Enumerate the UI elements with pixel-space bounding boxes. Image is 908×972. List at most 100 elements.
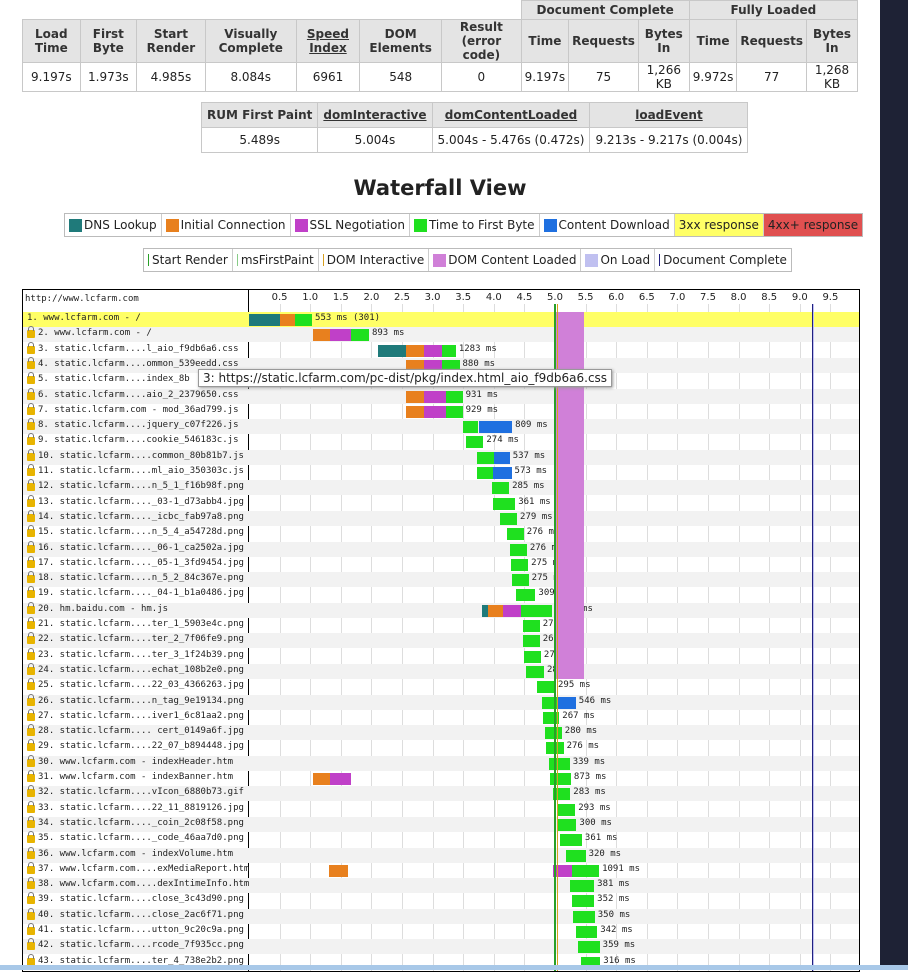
- request-row[interactable]: 20. hm.baidu.com - hm.js1120 ms: [23, 601, 859, 618]
- request-row[interactable]: 16. static.lcfarm...._06-1_ca2502a.jpg 27…: [23, 540, 859, 557]
- request-row[interactable]: 32. static.lcfarm....vIcon_6880b73.gif 28…: [23, 785, 859, 802]
- request-label[interactable]: 39. static.lcfarm....close_3c43d90.png: [27, 892, 244, 905]
- request-label[interactable]: 17. static.lcfarm...._05-1_3fd9454.jpg: [27, 555, 244, 568]
- request-label[interactable]: 22. static.lcfarm....ter_2_7f06fe9.png: [27, 632, 244, 645]
- request-row[interactable]: 42. static.lcfarm....rcode_7f935cc.png 35…: [23, 938, 859, 955]
- request-label[interactable]: 10. static.lcfarm....common_80b81b7.js: [27, 448, 244, 461]
- lock-icon: [27, 861, 35, 874]
- request-row[interactable]: 8. static.lcfarm....jquery_c07f226.js 809…: [23, 418, 859, 435]
- request-label[interactable]: 2. www.lcfarm.com - /: [27, 326, 152, 339]
- request-row[interactable]: 38. www.lcfarm.com....dexIntimeInfo.htm 3…: [23, 877, 859, 894]
- request-label[interactable]: 41. static.lcfarm....utton_9c20c9a.png: [27, 923, 244, 935]
- request-label[interactable]: 5. static.lcfarm....index_8b: [27, 372, 190, 385]
- legend-item: On Load: [581, 249, 656, 271]
- request-label[interactable]: 6. static.lcfarm....aio_2_2379650.css: [27, 387, 238, 400]
- request-label[interactable]: 14. static.lcfarm...._icbc_fab97a8.png: [27, 509, 244, 522]
- request-label[interactable]: 8. static.lcfarm....jquery_c07f226.js: [27, 418, 238, 431]
- request-label[interactable]: 3. static.lcfarm....l_aio_f9db6a6.css: [27, 341, 238, 354]
- request-label[interactable]: 36. www.lcfarm.com - indexVolume.htm: [27, 846, 233, 859]
- request-row[interactable]: 9. static.lcfarm....cookie_546183c.js 274…: [23, 433, 859, 449]
- metric-value: 9.197s: [520, 62, 570, 92]
- request-row[interactable]: 18. static.lcfarm....n_5_2_84c367e.png 27…: [23, 571, 859, 588]
- request-row[interactable]: 7. static.lcfarm.com - mod_36ad799.js 929…: [23, 402, 859, 419]
- request-row[interactable]: 28. static.lcfarm.... cert_0149a6f.jpg 28…: [23, 724, 859, 741]
- request-label[interactable]: 9. static.lcfarm....cookie_546183c.js: [27, 433, 238, 446]
- request-row[interactable]: 35. static.lcfarm...._code_46aa7d0.png 36…: [23, 831, 859, 847]
- legend-label: 4xx+ response: [767, 218, 859, 232]
- request-row[interactable]: 25. static.lcfarm....22_03_4366263.jpg 29…: [23, 678, 859, 694]
- request-label[interactable]: 27. static.lcfarm....iver1_6c81aa2.png: [27, 708, 244, 721]
- request-row[interactable]: 29. static.lcfarm....22_07_b894448.jpg 27…: [23, 739, 859, 755]
- request-url: 10. static.lcfarm....common_80b81b7.js: [38, 450, 244, 461]
- request-label[interactable]: 13. static.lcfarm...._03-1_d73abb4.jpg: [27, 494, 244, 507]
- request-row[interactable]: 36. www.lcfarm.com - indexVolume.htm 320 …: [23, 846, 859, 863]
- request-url: 34. static.lcfarm...._coin_2c08f58.png: [38, 817, 244, 828]
- request-row[interactable]: 1. www.lcfarm.com - / 553 ms (301): [23, 312, 859, 327]
- request-label[interactable]: 12. static.lcfarm....n_5_1_f16b98f.png: [27, 479, 244, 492]
- request-label[interactable]: 7. static.lcfarm.com - mod_36ad799.js: [27, 402, 238, 415]
- request-label[interactable]: 18. static.lcfarm....n_5_2_84c367e.png: [27, 571, 244, 584]
- request-row[interactable]: 17. static.lcfarm...._05-1_3fd9454.jpg 27…: [23, 555, 859, 572]
- request-label[interactable]: 24. static.lcfarm....echat_108b2e0.png: [27, 662, 244, 675]
- request-row[interactable]: 31. www.lcfarm.com - indexBanner.htm 873 …: [23, 770, 859, 786]
- request-row[interactable]: 10. static.lcfarm....common_80b81b7.js 53…: [23, 448, 859, 465]
- rum-header[interactable]: loadEvent: [589, 102, 749, 128]
- request-row[interactable]: 34. static.lcfarm...._coin_2c08f58.png 30…: [23, 815, 859, 832]
- request-row[interactable]: 41. static.lcfarm....utton_9c20c9a.png 34…: [23, 923, 859, 939]
- request-row[interactable]: 24. static.lcfarm....echat_108b2e0.png28…: [23, 662, 859, 679]
- rum-header[interactable]: domContentLoaded: [431, 102, 591, 128]
- request-label[interactable]: 42. static.lcfarm....rcode_7f935cc.png: [27, 938, 244, 951]
- request-row[interactable]: 12. static.lcfarm....n_5_1_f16b98f.png 28…: [23, 479, 859, 496]
- request-row[interactable]: 2. www.lcfarm.com - / 893 ms: [23, 326, 859, 343]
- request-row[interactable]: 37. www.lcfarm.com....exMediaReport.htm 1…: [23, 861, 859, 878]
- request-label[interactable]: 4. static.lcfarm....ommon_539eedd.css: [27, 356, 238, 369]
- request-label[interactable]: 29. static.lcfarm....22_07_b894448.jpg: [27, 739, 244, 752]
- request-label[interactable]: 40. static.lcfarm....close_2ac6f71.png: [27, 907, 244, 920]
- request-row[interactable]: 30. www.lcfarm.com - indexHeader.htm 339 …: [23, 754, 859, 771]
- request-row[interactable]: 22. static.lcfarm....ter_2_7f06fe9.png 26…: [23, 632, 859, 649]
- request-label[interactable]: 30. www.lcfarm.com - indexHeader.htm: [27, 754, 233, 767]
- request-label[interactable]: 23. static.lcfarm....ter_3_1f24b39.png: [27, 647, 244, 660]
- timing-bar-ttfb: [524, 650, 541, 663]
- request-row[interactable]: 13. static.lcfarm...._03-1_d73abb4.jpg 36…: [23, 494, 859, 511]
- request-row[interactable]: 14. static.lcfarm...._icbc_fab97a8.png 27…: [23, 509, 859, 526]
- request-row[interactable]: 11. static.lcfarm....ml_aio_350303c.js 57…: [23, 464, 859, 480]
- request-row[interactable]: 27. static.lcfarm....iver1_6c81aa2.png 26…: [23, 708, 859, 725]
- request-row[interactable]: 19. static.lcfarm...._04-1_b1a0486.jpg 30…: [23, 586, 859, 602]
- request-label[interactable]: 11. static.lcfarm....ml_aio_350303c.js: [27, 464, 244, 476]
- tick-label: 9.5: [822, 292, 839, 303]
- request-row[interactable]: 40. static.lcfarm....close_2ac6f71.png 35…: [23, 907, 859, 924]
- rum-header[interactable]: domInteractive: [317, 102, 433, 128]
- legend-item: 4xx+ response: [763, 214, 863, 236]
- request-label[interactable]: 32. static.lcfarm....vIcon_6880b73.gif: [27, 785, 244, 798]
- request-label[interactable]: 37. www.lcfarm.com....exMediaReport.htm: [27, 861, 249, 874]
- request-label[interactable]: 33. static.lcfarm....22_11_8819126.jpg: [27, 800, 244, 813]
- request-label[interactable]: 1. www.lcfarm.com - /: [27, 313, 141, 323]
- request-label[interactable]: 21. static.lcfarm....ter_1_5903e4c.png: [27, 617, 244, 629]
- tick-label: 9.0: [791, 292, 808, 303]
- request-label[interactable]: 38. www.lcfarm.com....dexIntimeInfo.htm: [27, 877, 249, 890]
- legend-label: Document Complete: [663, 253, 787, 267]
- request-row[interactable]: 3. static.lcfarm....l_aio_f9db6a6.css 128…: [23, 341, 859, 358]
- request-url: 13. static.lcfarm...._03-1_d73abb4.jpg: [38, 496, 244, 507]
- request-row[interactable]: 6. static.lcfarm....aio_2_2379650.css 931…: [23, 387, 859, 404]
- on-load-line: [812, 304, 814, 971]
- timing-bar-ttfb: [476, 467, 493, 479]
- request-label[interactable]: 20. hm.baidu.com - hm.js: [27, 601, 168, 614]
- request-row[interactable]: 33. static.lcfarm....22_11_8819126.jpg 29…: [23, 800, 859, 817]
- request-row[interactable]: 39. static.lcfarm....close_3c43d90.png 35…: [23, 892, 859, 908]
- request-label[interactable]: 25. static.lcfarm....22_03_4366263.jpg: [27, 678, 244, 691]
- request-row[interactable]: 26. static.lcfarm....n_tag_9e19134.png 54…: [23, 693, 859, 710]
- request-label[interactable]: 28. static.lcfarm.... cert_0149a6f.jpg: [27, 724, 244, 737]
- request-row[interactable]: 23. static.lcfarm....ter_3_1f24b39.png 27…: [23, 647, 859, 664]
- request-label[interactable]: 15. static.lcfarm....n_5_4_a54728d.png: [27, 525, 244, 538]
- request-label[interactable]: 35. static.lcfarm...._code_46aa7d0.png: [27, 831, 244, 844]
- request-row[interactable]: 21. static.lcfarm....ter_1_5903e4c.png 27…: [23, 617, 859, 633]
- request-label[interactable]: 31. www.lcfarm.com - indexBanner.htm: [27, 770, 233, 782]
- request-label[interactable]: 16. static.lcfarm...._06-1_ca2502a.jpg: [27, 540, 244, 553]
- col-header[interactable]: Speed Index: [295, 19, 361, 63]
- request-label[interactable]: 19. static.lcfarm...._04-1_b1a0486.jpg: [27, 586, 244, 599]
- request-label[interactable]: 34. static.lcfarm...._coin_2c08f58.png: [27, 815, 244, 828]
- request-label[interactable]: 26. static.lcfarm....n_tag_9e19134.png: [27, 693, 244, 706]
- request-row[interactable]: 15. static.lcfarm....n_5_4_a54728d.png 27…: [23, 525, 859, 541]
